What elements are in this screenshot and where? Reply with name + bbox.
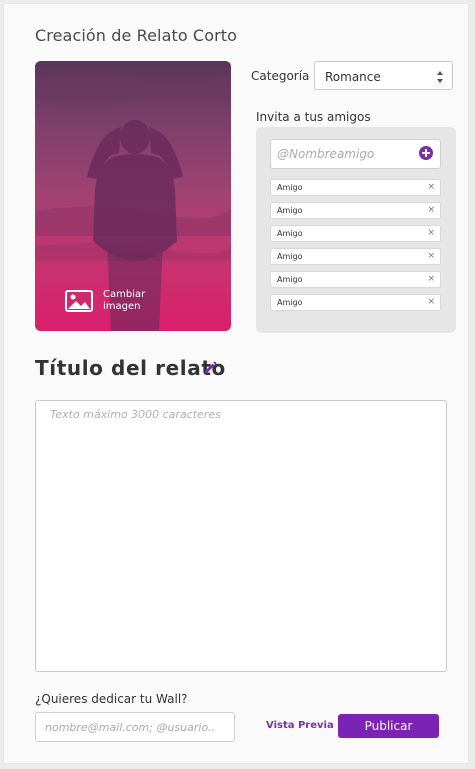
friend-chip: Amigo × [270, 179, 441, 196]
category-label: Categoría [251, 69, 310, 83]
cover-image: Cambiar imagen [35, 61, 231, 331]
change-image-label-line1: Cambiar [103, 289, 146, 300]
publish-button[interactable]: Publicar [338, 714, 439, 738]
story-text-area[interactable]: Texto máximo 3000 caracteres [35, 400, 447, 672]
friend-name-input[interactable]: @Nombreamigo [270, 139, 441, 169]
change-image-button[interactable]: Cambiar imagen [65, 289, 145, 313]
remove-friend-icon[interactable]: × [427, 182, 435, 192]
remove-friend-icon[interactable]: × [427, 297, 435, 307]
category-select[interactable]: Romance [314, 61, 453, 90]
remove-friend-icon[interactable]: × [427, 205, 435, 215]
friend-chip: Amigo × [270, 294, 441, 311]
category-selected-value: Romance [325, 70, 381, 84]
image-icon [65, 290, 93, 312]
select-arrows-icon [437, 71, 443, 83]
change-image-label: Cambiar imagen [103, 289, 145, 313]
remove-friend-icon[interactable]: × [427, 274, 435, 284]
friend-chip-label: Amigo [277, 298, 303, 307]
invite-friends-panel: @Nombreamigo Amigo × Amigo × Amigo × Ami… [256, 127, 456, 333]
remove-friend-icon[interactable]: × [427, 251, 435, 261]
friend-chip: Amigo × [270, 225, 441, 242]
friend-chip-label: Amigo [277, 183, 303, 192]
friend-chip-label: Amigo [277, 252, 303, 261]
dedicate-label: ¿Quieres dedicar tu Wall? [35, 692, 188, 706]
story-title[interactable]: Título del relato [35, 356, 226, 380]
friend-chip-label: Amigo [277, 229, 303, 238]
invite-friends-label: Invita a tus amigos [256, 110, 371, 124]
add-friend-icon[interactable] [419, 146, 433, 160]
friend-chip: Amigo × [270, 271, 441, 288]
pencil-icon[interactable] [203, 361, 217, 375]
preview-link[interactable]: Vista Previa [266, 720, 334, 731]
remove-friend-icon[interactable]: × [427, 228, 435, 238]
friend-chip: Amigo × [270, 248, 441, 265]
friend-chip-label: Amigo [277, 206, 303, 215]
change-image-label-line2: imagen [103, 301, 141, 312]
page-title: Creación de Relato Corto [35, 26, 238, 45]
friend-chip: Amigo × [270, 202, 441, 219]
friend-chip-label: Amigo [277, 275, 303, 284]
dedicate-recipients-input[interactable]: nombre@mail.com; @usuario.. [35, 712, 235, 742]
